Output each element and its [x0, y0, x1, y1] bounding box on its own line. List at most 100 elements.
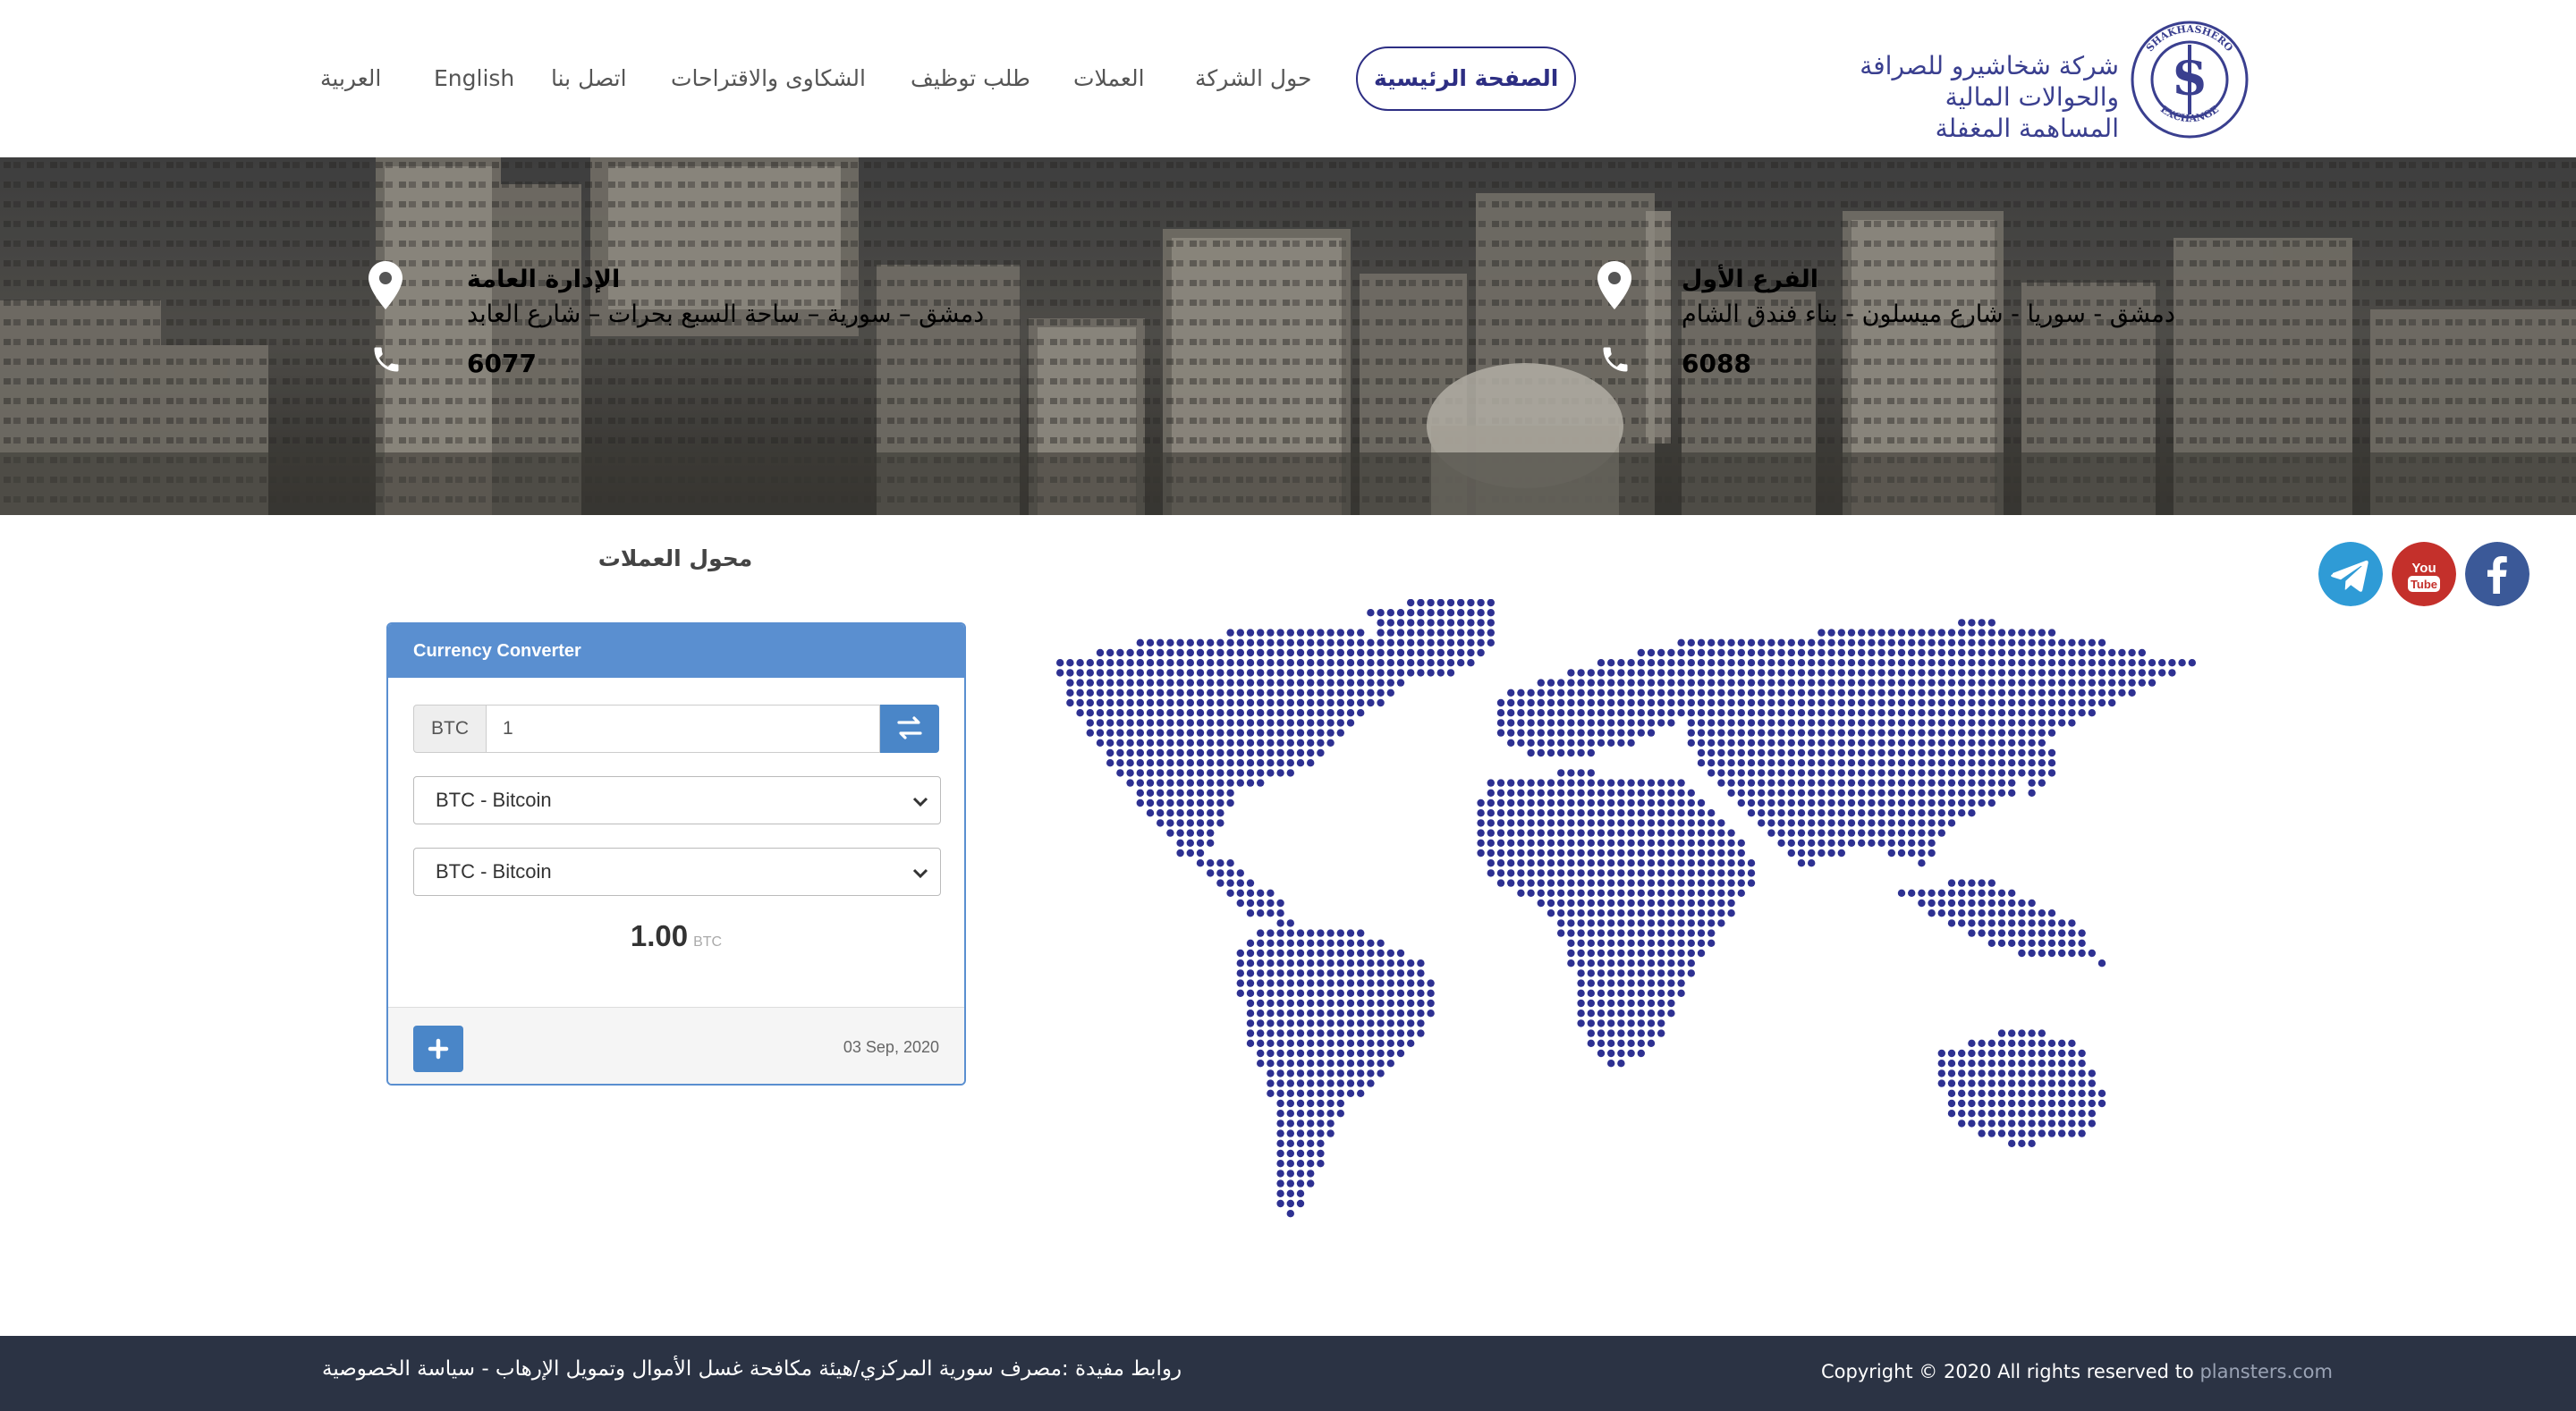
- nav-home[interactable]: الصفحة الرئيسية: [1356, 46, 1577, 111]
- map-dot: [1246, 979, 1255, 987]
- map-dot: [1657, 909, 1665, 917]
- map-dot: [1617, 739, 1625, 747]
- map-dot: [1176, 769, 1184, 777]
- map-dot: [1997, 899, 2006, 908]
- map-dot: [1196, 798, 1205, 807]
- map-dot: [1607, 729, 1615, 737]
- map-dot: [1727, 759, 1735, 767]
- map-dot: [1897, 849, 1906, 858]
- map-dot: [1176, 849, 1184, 858]
- map-dot: [1427, 609, 1435, 617]
- map-dot: [1457, 629, 1465, 637]
- add-converter-button[interactable]: [413, 1026, 463, 1072]
- map-dot: [1918, 709, 1926, 717]
- map-dot: [1577, 739, 1585, 747]
- from-currency-select[interactable]: BTC - Bitcoin: [413, 776, 941, 824]
- map-dot: [1597, 909, 1606, 917]
- map-dot: [1417, 1010, 1425, 1018]
- map-dot: [1296, 748, 1305, 757]
- map-dot: [1937, 809, 1945, 817]
- map-dot: [1326, 679, 1335, 687]
- map-dot: [1346, 638, 1355, 646]
- map-dot: [1687, 849, 1695, 858]
- map-dot: [1877, 629, 1885, 637]
- company-logo[interactable]: شركة شخاشيرو للصرافة والحوالات المالية ا…: [1860, 18, 2250, 143]
- map-dot: [2018, 759, 2026, 767]
- map-dot: [1808, 679, 1816, 687]
- map-dot: [1827, 689, 1835, 697]
- map-dot: [1096, 698, 1105, 707]
- nav-english[interactable]: English: [434, 46, 514, 111]
- nav-currencies[interactable]: العملات: [1073, 46, 1145, 111]
- amount-input[interactable]: 1: [487, 705, 880, 753]
- map-dot: [1176, 789, 1184, 797]
- map-dot: [1176, 819, 1184, 827]
- map-dot: [1557, 919, 1565, 927]
- footer-useful-links[interactable]: روابط مفيدة :مصرف سورية المركزي/هيئة مكا…: [322, 1357, 1182, 1381]
- map-dot: [1276, 909, 1284, 917]
- map-dot: [2088, 1069, 2096, 1077]
- map-dot: [1577, 689, 1585, 697]
- to-currency-select[interactable]: BTC - Bitcoin: [413, 848, 941, 896]
- facebook-icon[interactable]: [2465, 542, 2529, 606]
- youtube-icon[interactable]: You Tube: [2392, 542, 2456, 606]
- map-dot: [1587, 669, 1595, 677]
- nav-complaints[interactable]: الشكاوى والاقتراحات: [671, 46, 866, 111]
- map-dot: [1677, 869, 1685, 877]
- map-dot: [1296, 969, 1305, 977]
- map-dot: [1697, 638, 1706, 646]
- map-dot: [1918, 798, 1926, 807]
- nav-arabic[interactable]: العربية: [320, 46, 381, 111]
- map-dot: [1307, 1120, 1315, 1128]
- map-dot: [1617, 959, 1625, 967]
- map-dot: [1737, 719, 1745, 727]
- map-dot: [1687, 839, 1695, 847]
- map-dot: [1537, 889, 1545, 897]
- map-dot: [1937, 739, 1945, 747]
- swap-currencies-button[interactable]: [880, 705, 939, 753]
- map-dot: [1987, 929, 1996, 937]
- map-dot: [1787, 719, 1795, 727]
- map-dot: [1887, 629, 1895, 637]
- map-dot: [1947, 648, 1956, 657]
- map-dot: [1346, 1049, 1355, 1058]
- map-dot: [1396, 638, 1405, 646]
- hq-phone[interactable]: 6077: [467, 349, 537, 378]
- map-dot: [1607, 989, 1615, 997]
- map-dot: [1818, 748, 1826, 757]
- nav-jobs[interactable]: طلب توظيف: [911, 46, 1030, 111]
- nav-about[interactable]: حول الشركة: [1195, 46, 1311, 111]
- map-dot: [1697, 739, 1706, 747]
- map-dot: [1997, 638, 2006, 646]
- map-dot: [1987, 709, 1996, 717]
- branch-first-phone[interactable]: 6088: [1682, 349, 1751, 378]
- map-dot: [1897, 648, 1906, 657]
- map-dot: [1587, 889, 1595, 897]
- map-dot: [1607, 739, 1615, 747]
- map-dot: [1276, 969, 1284, 977]
- map-dot: [1317, 1079, 1325, 1087]
- map-dot: [1928, 849, 1936, 858]
- map-dot: [1307, 949, 1315, 958]
- nav-contact[interactable]: اتصل بنا: [551, 46, 627, 111]
- map-dot: [1897, 759, 1906, 767]
- map-dot: [1317, 689, 1325, 697]
- map-dot: [1246, 709, 1255, 717]
- map-dot: [2088, 679, 2096, 687]
- map-dot: [2038, 1049, 2046, 1058]
- map-dot: [1868, 679, 1876, 687]
- map-dot: [1216, 648, 1224, 657]
- map-dot: [1627, 669, 1635, 677]
- telegram-icon[interactable]: [2318, 542, 2383, 606]
- map-dot: [1207, 819, 1215, 827]
- from-currency-value: BTC - Bitcoin: [436, 789, 552, 811]
- map-dot: [1326, 979, 1335, 987]
- map-dot: [1897, 889, 1906, 897]
- copyright-link[interactable]: plansters.com: [2199, 1361, 2333, 1382]
- map-dot: [1276, 1099, 1284, 1108]
- map-dot: [1758, 669, 1766, 677]
- map-dot: [2068, 679, 2076, 687]
- map-dot: [1496, 869, 1505, 877]
- map-dot: [1417, 999, 1425, 1008]
- map-dot: [1396, 609, 1405, 617]
